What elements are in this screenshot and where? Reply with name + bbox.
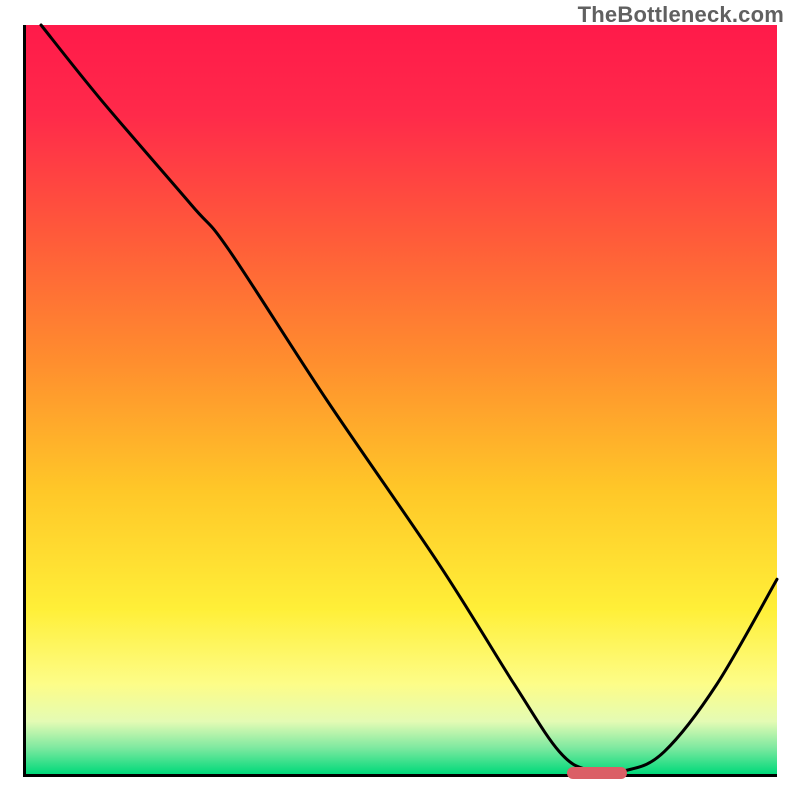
plot-area [23, 25, 777, 777]
bottleneck-curve [26, 25, 777, 774]
optimum-marker [567, 767, 627, 779]
chart-container: TheBottleneck.com [0, 0, 800, 800]
